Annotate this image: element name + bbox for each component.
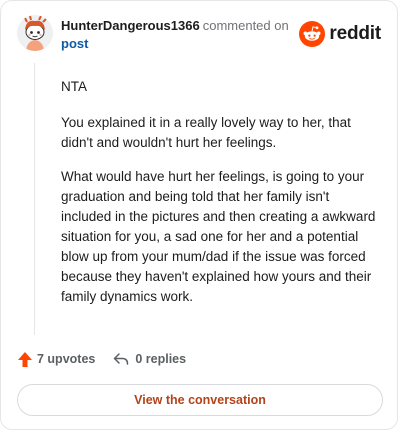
username[interactable]: HunterDangerous1366: [61, 18, 200, 33]
comment-action-text: commented on: [202, 18, 289, 33]
reply-button[interactable]: 0 replies: [113, 352, 186, 366]
upvote-button[interactable]: 7 upvotes: [17, 351, 95, 368]
reddit-snoo-icon: [299, 21, 326, 47]
reddit-brand[interactable]: reddit: [299, 21, 381, 47]
comment-header: HunterDangerous1366 commented on post red…: [17, 15, 381, 55]
upvote-arrow-icon: [18, 351, 32, 367]
snoo-avatar-icon: [17, 15, 53, 51]
upvote-count: 7 upvotes: [37, 352, 96, 366]
thread-line: [34, 63, 35, 335]
comment-card: HunterDangerous1366 commented on post red…: [0, 0, 398, 430]
comment-paragraph: What would have hurt her feelings, is go…: [61, 169, 376, 304]
comment-paragraph: You explained it in a really lovely way …: [61, 115, 351, 150]
comment-body: NTA You explained it in a really lovely …: [61, 77, 377, 321]
view-conversation-button[interactable]: View the conversation: [17, 384, 383, 416]
post-link[interactable]: post: [61, 35, 301, 53]
reply-count: 0 replies: [135, 352, 187, 366]
comment-paragraph: NTA: [61, 79, 87, 94]
user-avatar[interactable]: [17, 15, 53, 51]
brand-name: reddit: [329, 23, 381, 44]
reply-arrow-icon: [114, 353, 129, 365]
comment-actions: 7 upvotes 0 replies: [17, 349, 186, 369]
comment-meta: HunterDangerous1366 commented on post: [61, 17, 301, 53]
